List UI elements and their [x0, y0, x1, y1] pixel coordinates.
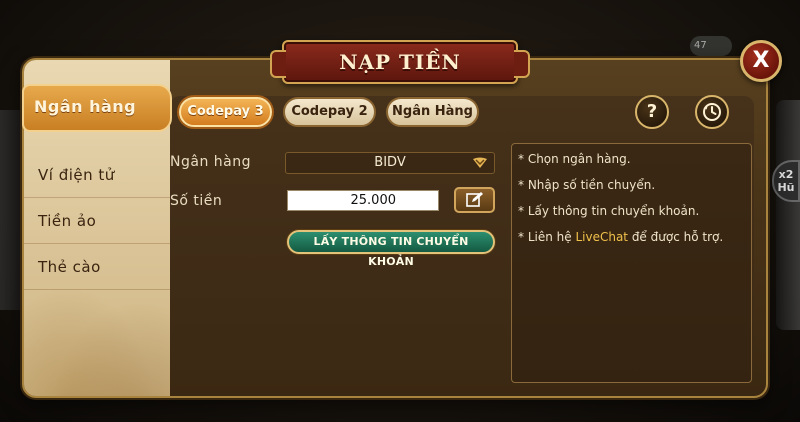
- instruction-line-livechat: * Liên hệ LiveChat để được hỗ trợ.: [518, 230, 745, 245]
- tab-codepay-3[interactable]: Codepay 3: [179, 97, 272, 127]
- instruction-line: * Lấy thông tin chuyển khoản.: [518, 204, 700, 218]
- tab-codepay-2[interactable]: Codepay 2: [283, 97, 376, 127]
- livechat-link[interactable]: LiveChat: [575, 230, 628, 244]
- background-game-tile-right: [776, 100, 800, 330]
- instruction-suffix: để được hỗ trợ.: [628, 230, 724, 244]
- sidebar-item-ewallet[interactable]: Ví điện tử: [24, 152, 170, 198]
- tab-ngan-hang[interactable]: Ngân Hàng: [386, 97, 479, 127]
- instruction-line: * Chọn ngân hàng.: [518, 152, 631, 166]
- instructions-box: * Chọn ngân hàng. * Nhập số tiền chuyển.…: [511, 143, 752, 383]
- chevron-down-icon: [473, 157, 487, 168]
- close-button[interactable]: X: [740, 40, 782, 82]
- background-counter-badge: 47: [690, 36, 732, 56]
- close-icon: X: [752, 48, 770, 73]
- edit-amount-button[interactable]: [454, 187, 495, 213]
- sidebar-item-crypto[interactable]: Tiền ảo: [24, 198, 170, 244]
- sidebar-item-bank[interactable]: Ngân hàng: [22, 84, 172, 132]
- clock-icon: [703, 103, 721, 121]
- help-button[interactable]: ?: [635, 95, 669, 129]
- bank-select[interactable]: BIDV: [285, 152, 495, 174]
- instruction-prefix: * Liên hệ: [518, 230, 576, 244]
- amount-input[interactable]: 25.000: [287, 190, 439, 211]
- edit-icon: [466, 192, 483, 207]
- history-button[interactable]: [695, 95, 729, 129]
- bank-select-value: BIDV: [374, 155, 406, 170]
- get-transfer-info-button[interactable]: LẤY THÔNG TIN CHUYỂN KHOẢN: [287, 230, 495, 268]
- sidebar-item-card[interactable]: Thẻ cào: [24, 244, 170, 290]
- instruction-line: * Nhập số tiền chuyển.: [518, 178, 656, 192]
- dialog-title: NẠP TIỀN: [270, 40, 530, 84]
- bank-label: Ngân hàng: [170, 154, 251, 170]
- amount-label: Số tiền: [170, 193, 223, 209]
- question-icon: ?: [646, 101, 658, 122]
